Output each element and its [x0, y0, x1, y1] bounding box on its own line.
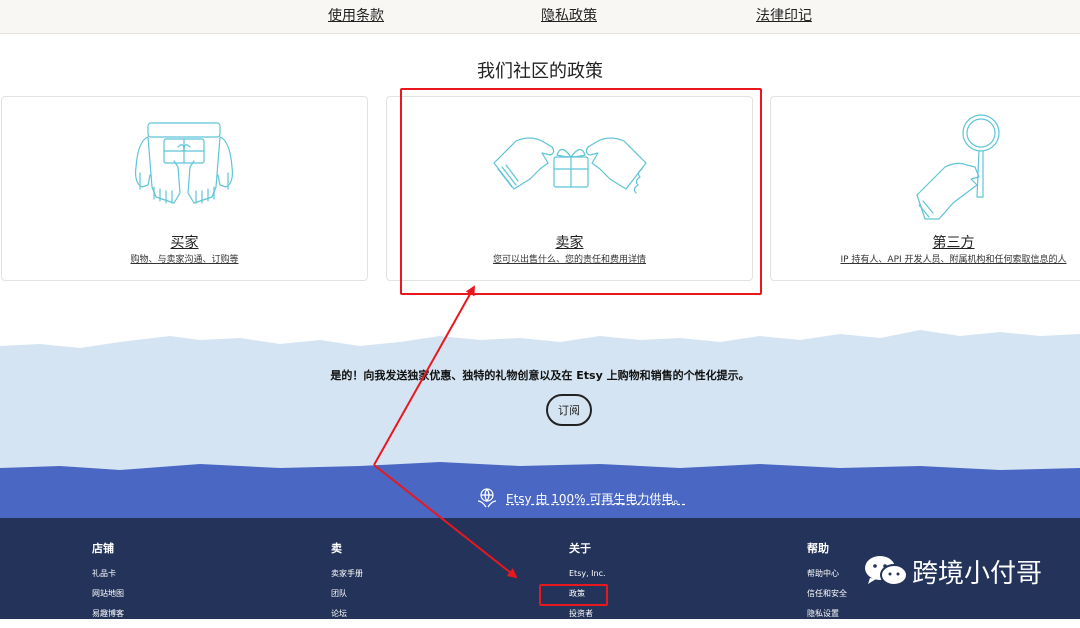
- watermark: 跨境小付哥: [864, 553, 1042, 590]
- footer-link-etsy-inc[interactable]: Etsy, Inc.: [569, 568, 606, 588]
- footer-link-gift-card[interactable]: 礼品卡: [92, 568, 124, 588]
- wechat-icon: [865, 555, 908, 586]
- newsletter-background: [0, 330, 1080, 480]
- footer-link-blog[interactable]: 易趣博客: [92, 608, 124, 628]
- magnifier-hand-illustration: [916, 114, 1000, 220]
- footer-link-teams[interactable]: 团队: [331, 588, 363, 608]
- buyer-policy-card[interactable]: 买家 购物、与卖家沟通、订购等: [1, 96, 368, 281]
- third-party-policy-card[interactable]: 第三方 IP 持有人、API 开发人员、附属机构和任何索取信息的人: [770, 96, 1080, 281]
- energy-text: Etsy 由 100% 可再生电力供电。: [506, 491, 686, 506]
- footer-link-trust-safety[interactable]: 信任和安全: [807, 588, 847, 608]
- seller-card-title[interactable]: 卖家: [387, 232, 752, 252]
- newsletter-text: 是的！向我发送独家优惠、独特的礼物创意以及在 Etsy 上购物和销售的个性化提示…: [330, 369, 750, 382]
- footer-col-title: 关于: [569, 542, 591, 555]
- footer-link-seller-handbook[interactable]: 卖家手册: [331, 568, 363, 588]
- footer-col-help: 帮助 帮助中心 信任和安全 隐私设置: [807, 540, 847, 628]
- watermark-text: 跨境小付哥: [912, 559, 1043, 589]
- footer-link-sitemap[interactable]: 网站地图: [92, 588, 124, 608]
- footer-link-policies[interactable]: 政策: [569, 588, 606, 608]
- footer-col-title: 卖: [331, 542, 342, 555]
- globe-hands-icon: [477, 488, 497, 508]
- privacy-link[interactable]: 隐私政策: [541, 5, 597, 25]
- footer-link-help-center[interactable]: 帮助中心: [807, 568, 847, 588]
- footer-link-privacy-settings[interactable]: 隐私设置: [807, 608, 847, 628]
- seller-policy-card[interactable]: 卖家 您可以出售什么、您的责任和费用详情: [386, 96, 753, 281]
- legal-imprint-link[interactable]: 法律印记: [756, 5, 812, 25]
- gift-bow-hands-illustration: [492, 137, 647, 194]
- third-party-card-desc: IP 持有人、API 开发人员、附属机构和任何索取信息的人: [840, 255, 1067, 265]
- footer-link-forums[interactable]: 论坛: [331, 608, 363, 628]
- buyer-card-title[interactable]: 买家: [2, 232, 367, 252]
- seller-card-desc: 您可以出售什么、您的责任和费用详情: [492, 255, 646, 265]
- footer-col-about: 关于 Etsy, Inc. 政策 投资者: [569, 540, 606, 628]
- footer-col-shop: 店铺 礼品卡 网站地图 易趣博客: [92, 540, 124, 628]
- gift-hands-illustration: [134, 122, 233, 204]
- footer-col-title: 店铺: [92, 542, 114, 555]
- top-nav: 使用条款 隐私政策 法律印记: [0, 0, 1080, 34]
- renewable-energy-link[interactable]: Etsy 由 100% 可再生电力供电。: [476, 487, 685, 509]
- third-party-card-title[interactable]: 第三方: [771, 232, 1080, 252]
- section-title: 我们社区的政策: [477, 61, 603, 82]
- subscribe-button[interactable]: 订阅: [546, 394, 592, 426]
- terms-link[interactable]: 使用条款: [328, 5, 384, 25]
- footer-col-sell: 卖 卖家手册 团队 论坛: [331, 540, 363, 628]
- footer-col-title: 帮助: [807, 542, 829, 555]
- buyer-card-desc: 购物、与卖家沟通、订购等: [130, 255, 239, 265]
- footer-link-investors[interactable]: 投资者: [569, 608, 606, 628]
